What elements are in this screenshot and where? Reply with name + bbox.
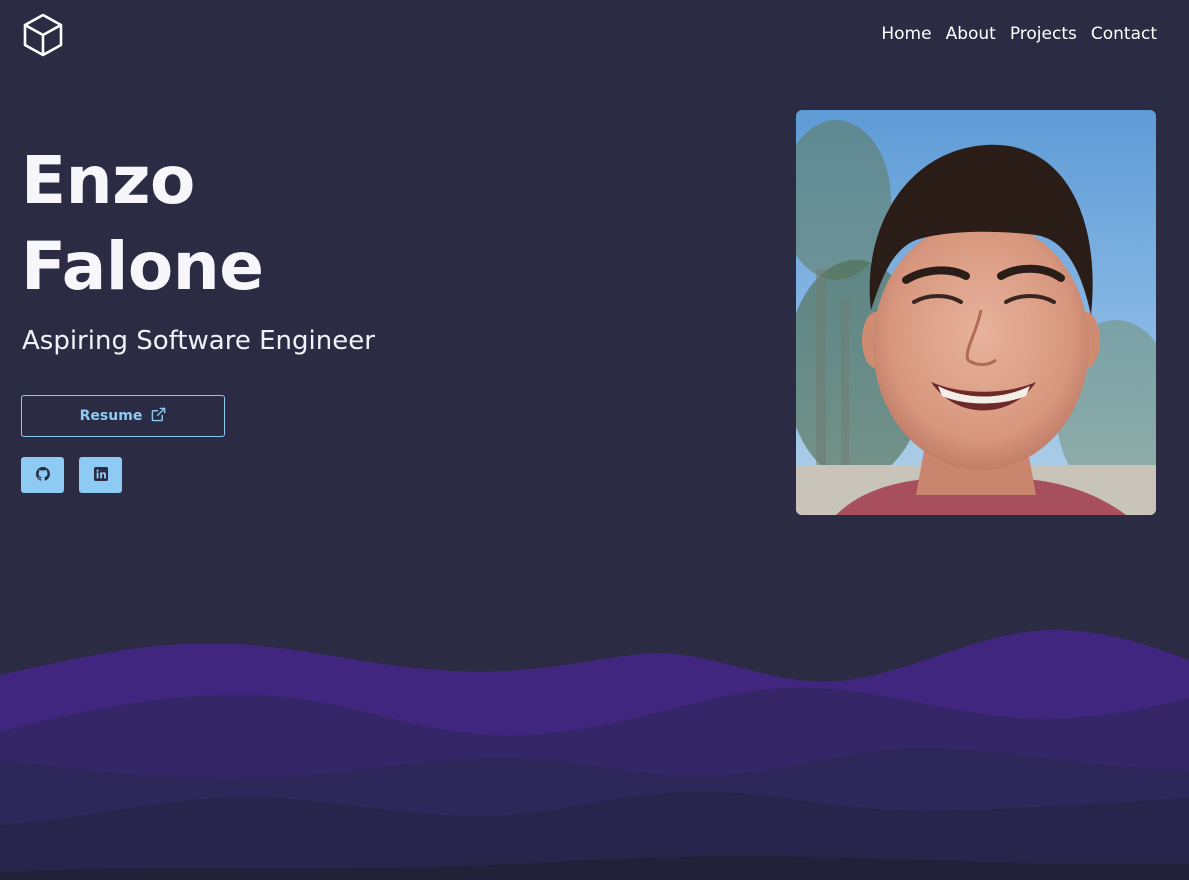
resume-button-label: Resume — [79, 408, 143, 424]
nav-link-about[interactable]: About — [946, 24, 996, 44]
nav-link-contact[interactable]: Contact — [1091, 24, 1157, 44]
linkedin-button[interactable] — [79, 457, 122, 493]
hero-subtitle: Aspiring Software Engineer — [22, 326, 375, 356]
hero-last-name: Falone — [21, 228, 264, 305]
nav-link-home[interactable]: Home — [881, 24, 931, 44]
github-button[interactable] — [21, 457, 64, 493]
profile-photo — [796, 110, 1156, 515]
resume-button[interactable]: Resume — [21, 395, 225, 437]
linkedin-icon — [93, 466, 108, 485]
main-nav: Home About Projects Contact — [881, 24, 1157, 44]
hero-name: Enzo Falone — [21, 138, 264, 310]
decorative-waves — [0, 629, 1189, 880]
github-icon — [35, 466, 50, 485]
hero-first-name: Enzo — [21, 142, 195, 219]
external-link-icon — [151, 407, 166, 426]
nav-link-projects[interactable]: Projects — [1010, 24, 1077, 44]
logo-cube-icon[interactable] — [22, 13, 64, 57]
